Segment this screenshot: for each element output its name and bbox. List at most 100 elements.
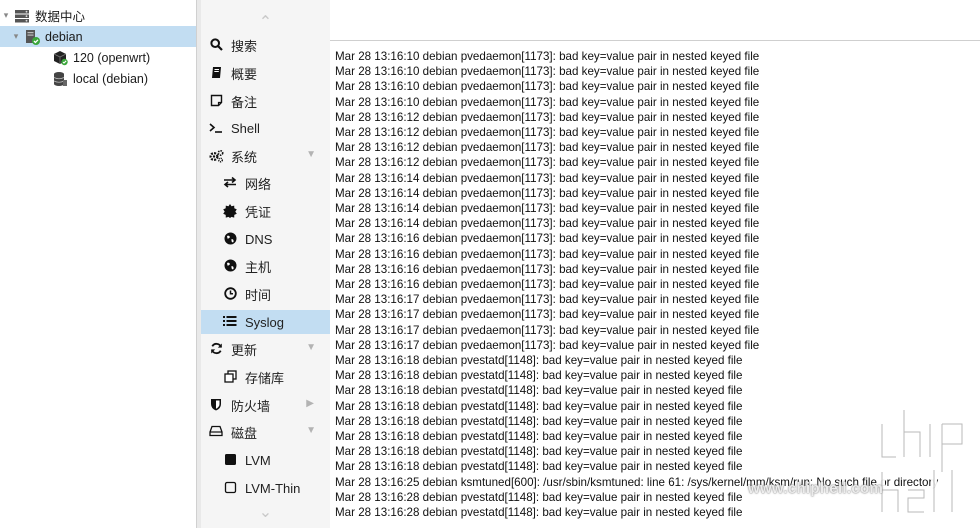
tree-item-label: 120 (openwrt) xyxy=(73,50,151,65)
log-line: Mar 28 13:16:12 debian pvedaemon[1173]: … xyxy=(335,141,760,155)
log-line: Mar 28 13:16:16 debian pvedaemon[1173]: … xyxy=(335,232,760,246)
resource-tree: ▾ 数据中心 ▾ debian 120 (openwrt) local (deb… xyxy=(0,0,197,528)
nav-item-label: 备注 xyxy=(231,94,258,110)
panel-toolbar xyxy=(330,0,980,41)
nav-item-dns[interactable]: DNS xyxy=(201,227,330,251)
scroll-down-arrow-icon[interactable]: ⌄ xyxy=(201,502,330,522)
globe-icon xyxy=(223,232,237,246)
nav-item-summary[interactable]: 概要 xyxy=(201,61,330,85)
chevron-down-icon[interactable]: ▼ xyxy=(306,425,316,436)
nav-item-repositories[interactable]: 存储库 xyxy=(201,365,330,389)
square-filled-icon xyxy=(223,453,237,467)
nav-item-notes[interactable]: 备注 xyxy=(201,89,330,113)
watermark-url: www.chiphell.com xyxy=(748,480,884,497)
log-line: Mar 28 13:16:18 debian pvestatd[1148]: b… xyxy=(335,414,743,428)
nav-item-syslog[interactable]: Syslog xyxy=(201,310,330,334)
log-line: Mar 28 13:16:18 debian pvestatd[1148]: b… xyxy=(335,369,743,383)
nav-item-label: 系统 xyxy=(231,149,258,165)
log-line: Mar 28 13:16:28 debian pvestatd[1148]: b… xyxy=(335,506,743,519)
chevron-down-icon[interactable]: ▼ xyxy=(306,149,316,160)
nav-item-disks[interactable]: 磁盘 ▼ xyxy=(201,420,330,444)
list-icon xyxy=(223,315,237,329)
log-line: Mar 28 13:16:18 debian pvestatd[1148]: b… xyxy=(335,399,743,413)
tree-item-node-debian[interactable]: ▾ debian xyxy=(0,26,196,47)
log-line: Mar 28 13:16:10 debian pvedaemon[1173]: … xyxy=(335,50,760,63)
refresh-icon xyxy=(209,342,223,356)
nav-item-time[interactable]: 时间 xyxy=(201,282,330,306)
tree-item-label: local (debian) xyxy=(73,71,149,86)
tree-item-container-openwrt[interactable]: 120 (openwrt) xyxy=(0,47,196,68)
chevron-right-icon[interactable]: ▶ xyxy=(306,398,314,409)
nav-item-lvm-thin[interactable]: LVM-Thin xyxy=(201,476,330,500)
log-line: Mar 28 13:16:16 debian pvedaemon[1173]: … xyxy=(335,247,760,261)
nav-item-label: 存储库 xyxy=(245,370,285,386)
nav-item-label: 搜索 xyxy=(231,38,258,54)
note-icon xyxy=(209,94,223,108)
nav-item-firewall[interactable]: 防火墙 ▶ xyxy=(201,393,330,417)
tree-item-label: 数据中心 xyxy=(35,10,86,24)
nav-item-hosts[interactable]: 主机 xyxy=(201,254,330,278)
nav-item-lvm[interactable]: LVM xyxy=(201,448,330,472)
nav-item-label: Syslog xyxy=(245,314,285,330)
node-server-icon xyxy=(24,29,40,45)
terminal-icon xyxy=(209,121,223,135)
log-line: Mar 28 13:16:16 debian pvedaemon[1173]: … xyxy=(335,278,760,291)
log-line: Mar 28 13:16:17 debian pvedaemon[1173]: … xyxy=(335,308,760,322)
square-outline-icon xyxy=(223,481,237,495)
gears-icon xyxy=(209,149,224,163)
nav-item-shell[interactable]: Shell xyxy=(201,116,330,140)
chiphell-watermark-logo xyxy=(876,402,972,520)
tree-item-datacenter[interactable]: ▾ 数据中心 xyxy=(0,5,196,26)
log-line: Mar 28 13:16:18 debian pvestatd[1148]: b… xyxy=(335,430,743,443)
log-line: Mar 28 13:16:10 debian pvedaemon[1173]: … xyxy=(335,65,760,79)
config-nav: ⌃ 搜索 概要 备注 Shell 系统 ▼ 网络 凭证 DNS 主机 时间 Sy… xyxy=(201,0,331,528)
exchange-arrows-icon xyxy=(223,176,237,190)
chevron-down-icon[interactable]: ▼ xyxy=(306,342,316,353)
log-line: Mar 28 13:16:12 debian pvedaemon[1173]: … xyxy=(335,126,760,139)
nav-item-label: LVM xyxy=(245,452,271,468)
nav-item-label: 防火墙 xyxy=(231,398,271,414)
log-line: Mar 28 13:16:12 debian pvedaemon[1173]: … xyxy=(335,110,760,124)
collapse-arrow-icon[interactable]: ▾ xyxy=(0,10,12,21)
nav-item-certificates[interactable]: 凭证 xyxy=(201,199,330,223)
log-line: Mar 28 13:16:10 debian pvedaemon[1173]: … xyxy=(335,80,760,94)
nav-item-label: 网络 xyxy=(245,176,272,192)
nav-item-system[interactable]: 系统 ▼ xyxy=(201,144,330,168)
log-line: Mar 28 13:16:10 debian pvedaemon[1173]: … xyxy=(335,95,760,109)
log-line: Mar 28 13:16:12 debian pvedaemon[1173]: … xyxy=(335,156,760,170)
nav-item-label: DNS xyxy=(245,231,273,247)
log-line: Mar 28 13:16:17 debian pvedaemon[1173]: … xyxy=(335,293,760,307)
scroll-up-arrow-icon[interactable]: ⌃ xyxy=(201,12,330,32)
hdd-icon xyxy=(209,425,223,439)
globe-icon xyxy=(223,259,237,273)
tree-item-label: debian xyxy=(45,29,83,44)
log-line: Mar 28 13:16:16 debian pvedaemon[1173]: … xyxy=(335,262,760,276)
book-icon xyxy=(209,66,223,80)
nav-item-search[interactable]: 搜索 xyxy=(201,33,330,57)
storage-database-icon xyxy=(52,71,68,87)
nav-item-label: 磁盘 xyxy=(231,425,258,441)
nav-item-updates[interactable]: 更新 ▼ xyxy=(201,337,330,361)
server-stack-icon xyxy=(14,8,30,24)
log-line: Mar 28 13:16:18 debian pvestatd[1148]: b… xyxy=(335,354,743,367)
clock-icon xyxy=(223,287,237,301)
log-line: Mar 28 13:16:28 debian pvestatd[1148]: b… xyxy=(335,490,743,504)
nav-item-label: 概要 xyxy=(231,66,258,82)
search-icon xyxy=(209,38,223,52)
log-line: Mar 28 13:16:14 debian pvedaemon[1173]: … xyxy=(335,171,760,185)
nav-item-label: Shell xyxy=(231,120,260,136)
nav-item-label: 更新 xyxy=(231,342,258,358)
tree-item-storage-local[interactable]: local (debian) xyxy=(0,68,196,89)
log-line: Mar 28 13:16:17 debian pvedaemon[1173]: … xyxy=(335,338,760,352)
log-line: Mar 28 13:16:18 debian pvestatd[1148]: b… xyxy=(335,384,743,398)
shield-icon xyxy=(209,398,223,412)
nav-item-network[interactable]: 网络 xyxy=(201,171,330,195)
collapse-arrow-icon[interactable]: ▾ xyxy=(10,31,22,42)
nav-item-label: 时间 xyxy=(245,287,272,303)
log-line: Mar 28 13:16:14 debian pvedaemon[1173]: … xyxy=(335,186,760,200)
container-cube-icon xyxy=(52,50,68,66)
copy-icon xyxy=(223,370,237,384)
log-line: Mar 28 13:16:14 debian pvedaemon[1173]: … xyxy=(335,202,760,215)
nav-item-label: 主机 xyxy=(245,259,272,275)
certificate-icon xyxy=(223,204,237,218)
